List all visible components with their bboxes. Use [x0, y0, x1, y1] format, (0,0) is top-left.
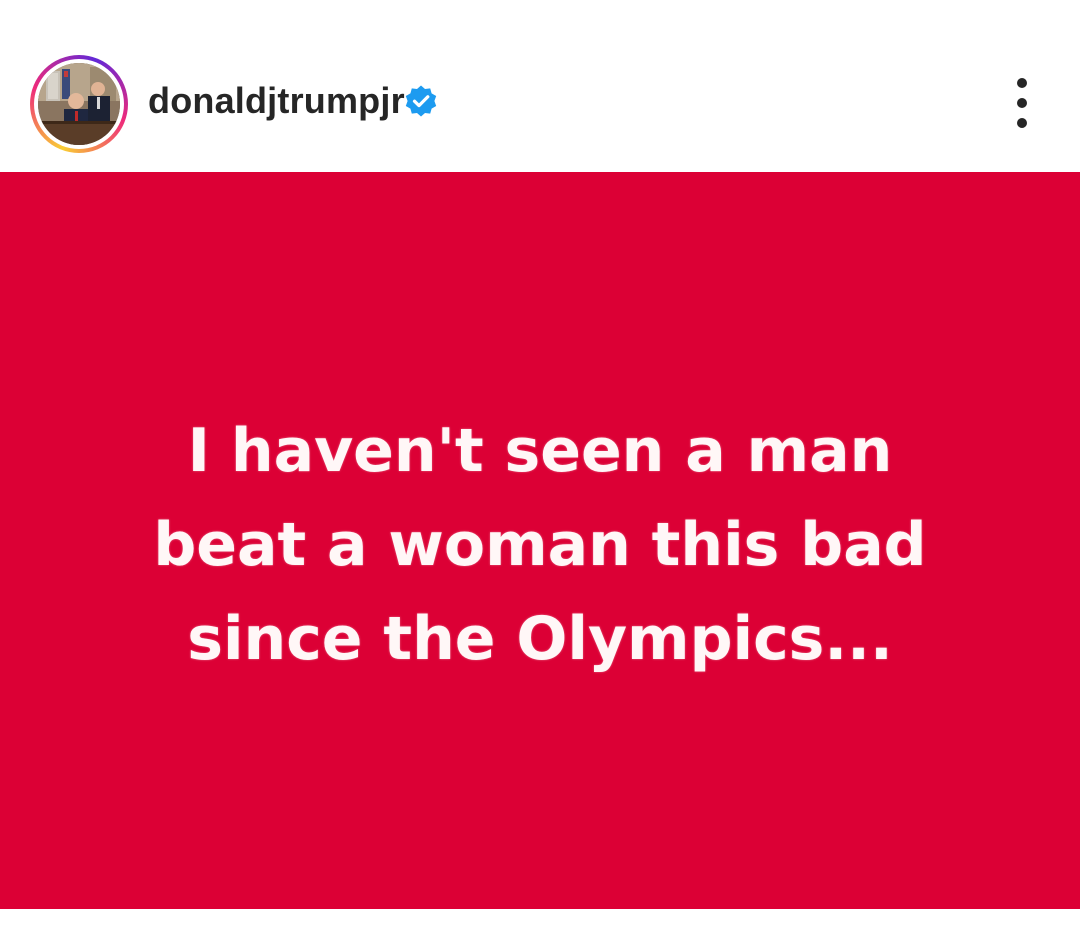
- post-text-line: beat a woman this bad: [153, 509, 927, 580]
- avatar[interactable]: [38, 63, 120, 145]
- more-options-button[interactable]: [1002, 78, 1042, 128]
- post-image[interactable]: I haven't seen a man beat a woman this b…: [0, 172, 1080, 909]
- verified-badge-icon: [403, 84, 439, 120]
- post-footer: [0, 909, 1080, 926]
- avatar-photo: [38, 63, 120, 145]
- more-vertical-icon: [1017, 78, 1027, 88]
- post-text-line: since the Olympics...: [187, 603, 893, 674]
- post-header: donaldjtrumpjr: [0, 0, 1080, 172]
- post-image-text: I haven't seen a man beat a woman this b…: [60, 404, 1020, 686]
- avatar-border: [34, 59, 124, 149]
- username[interactable]: donaldjtrumpjr: [148, 80, 405, 122]
- post-text-line: I haven't seen a man: [187, 415, 893, 486]
- more-vertical-icon-dot: [1017, 98, 1027, 108]
- story-ring[interactable]: [30, 55, 128, 153]
- more-vertical-icon-dot: [1017, 118, 1027, 128]
